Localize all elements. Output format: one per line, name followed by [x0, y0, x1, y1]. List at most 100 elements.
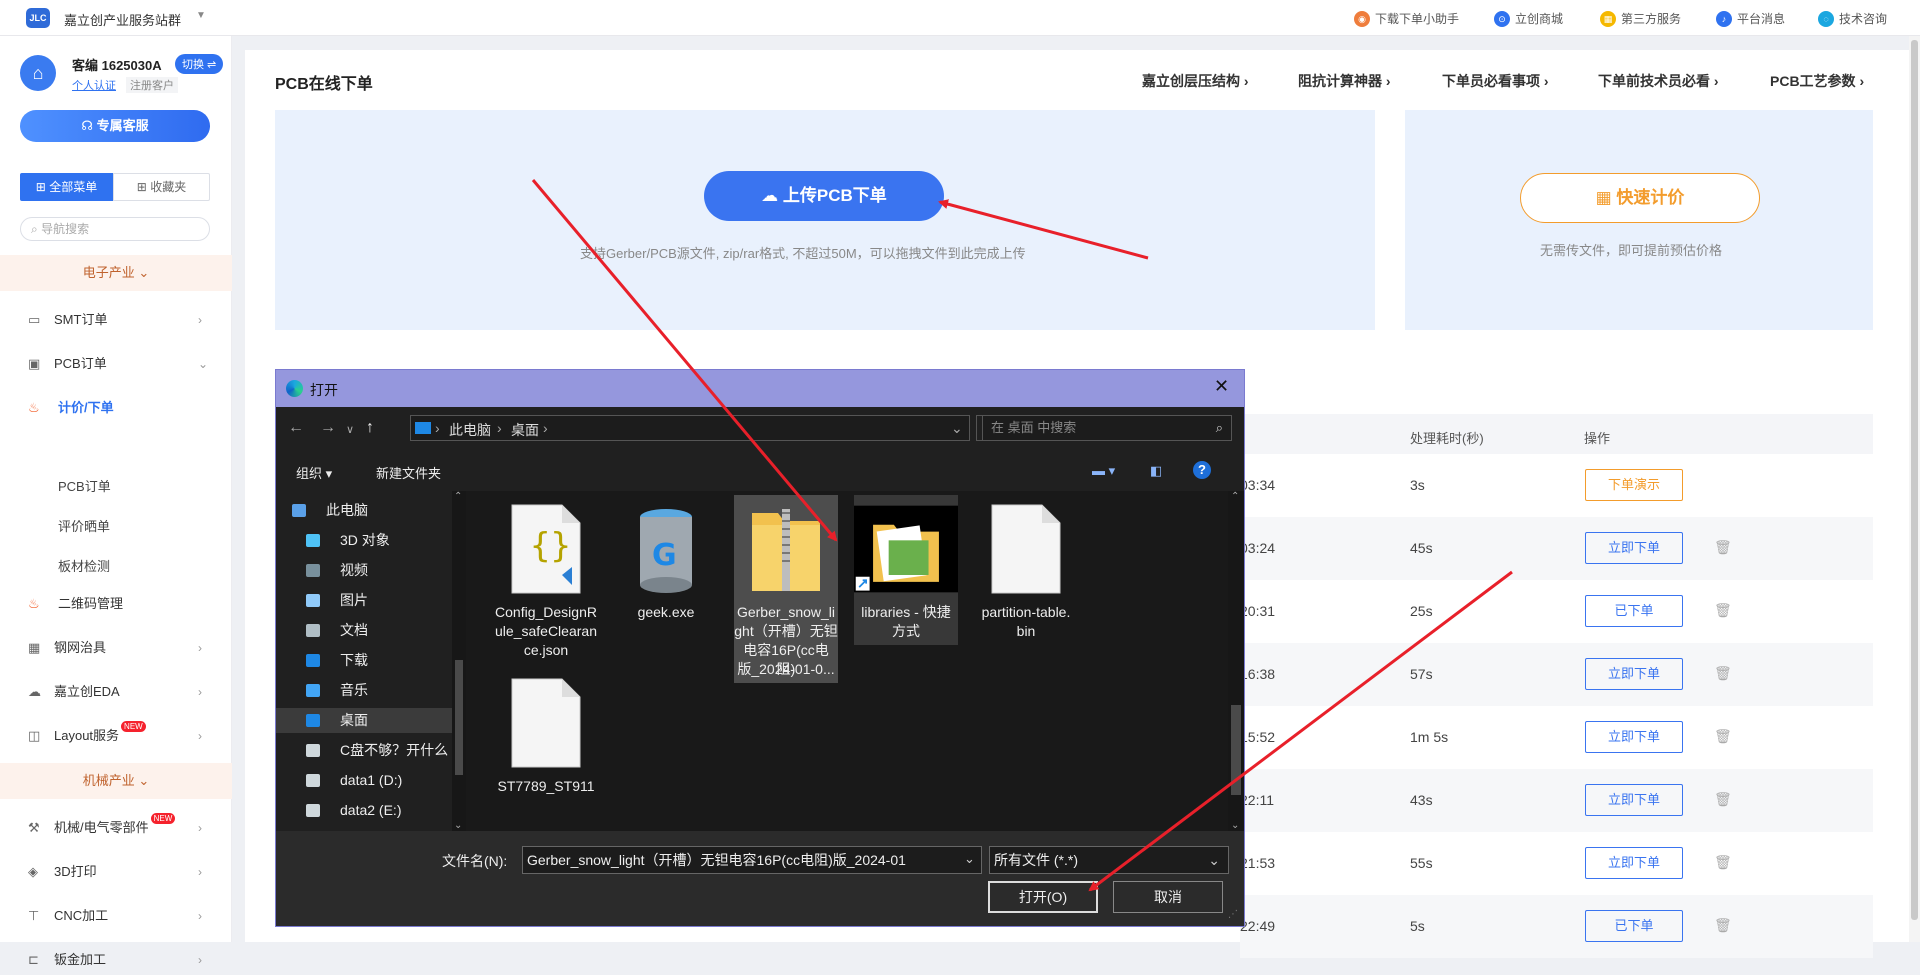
sidebar-item-cnc[interactable]: ⊤ CNC加工 › — [0, 901, 232, 931]
forward-arrow-icon[interactable]: → — [320, 419, 336, 437]
address-bar[interactable]: › 此电脑 › 桌面 › ⌄ — [410, 415, 970, 441]
view-options-icon[interactable]: ▬ ▾ — [1092, 463, 1115, 479]
section-electronics[interactable]: 电子产业 ⌄ — [0, 255, 232, 291]
top-link-mall[interactable]: ⊙ 立创商城 — [1494, 10, 1563, 27]
link-laminate-structure[interactable]: 嘉立创层压结构 › — [1142, 71, 1249, 91]
sidebar-sub-board-test[interactable]: 板材检测 — [58, 556, 110, 575]
chevron-down-icon[interactable]: ⌄ — [454, 820, 462, 831]
trash-icon[interactable]: 🗑 — [1714, 854, 1732, 871]
order-action-button[interactable]: 立即下单 — [1585, 532, 1683, 564]
tree-item[interactable]: 下载 — [276, 648, 452, 673]
trash-icon[interactable]: 🗑 — [1714, 665, 1732, 682]
filetype-select[interactable]: 所有文件 (*.*) ⌄ — [989, 846, 1229, 874]
sidebar-item-sheet-metal[interactable]: ⊏ 钣金加工 › — [0, 945, 232, 975]
section-mechanical[interactable]: 机械产业 ⌄ — [0, 763, 232, 799]
top-link-third-party[interactable]: ▦ 第三方服务 — [1600, 10, 1681, 27]
tree-item[interactable]: 图片 — [276, 588, 452, 613]
tree-item[interactable]: 文档 — [276, 618, 452, 643]
chevron-up-icon[interactable]: ⌃ — [1231, 491, 1239, 502]
breadcrumb-desktop[interactable]: 桌面 — [511, 420, 539, 440]
resize-grip-icon[interactable]: ⋰ — [1228, 909, 1238, 920]
breadcrumb-this-pc[interactable]: 此电脑 — [449, 420, 491, 440]
file-list-scrollbar-thumb[interactable] — [1231, 705, 1241, 795]
personal-verify-link[interactable]: 个人认证 — [72, 77, 116, 93]
sidebar-item-qr[interactable]: ♨ 二维码管理 — [0, 589, 232, 619]
order-action-button[interactable]: 立即下单 — [1585, 847, 1683, 879]
trash-icon[interactable]: 🗑 — [1714, 539, 1732, 556]
close-icon[interactable]: ✕ — [1214, 376, 1229, 397]
tab-all-menu[interactable]: ⊞ 全部菜单 — [20, 173, 113, 201]
file-item[interactable]: partition-table. bin — [974, 495, 1078, 645]
order-action-button[interactable]: 已下单 — [1585, 910, 1683, 942]
home-avatar-icon[interactable]: ⌂ — [20, 55, 56, 91]
sidebar-item-quote-order[interactable]: ♨ 计价/下单 — [0, 393, 232, 423]
upload-pcb-button[interactable]: ☁ 上传PCB下单 — [704, 171, 944, 221]
cell-duration: 57s — [1410, 666, 1433, 682]
file-item[interactable]: Ggeek.exe — [614, 495, 718, 626]
page-scrollbar-thumb[interactable] — [1911, 40, 1918, 920]
quick-quote-button[interactable]: ▦ 快速计价 — [1520, 173, 1760, 223]
chevron-down-icon[interactable]: ⌄ — [964, 851, 975, 867]
file-item[interactable]: {} Config_DesignR ule_safeClearan ce.json — [494, 495, 598, 664]
recent-dropdown-icon[interactable]: ∨ — [346, 423, 354, 436]
tree-item[interactable]: 桌面 — [276, 708, 452, 733]
site-title[interactable]: 嘉立创产业服务站群 — [64, 10, 181, 29]
chevron-up-icon[interactable]: ⌃ — [454, 491, 462, 502]
sidebar-sub-pcb-orders[interactable]: PCB订单 — [58, 476, 111, 495]
order-action-button[interactable]: 已下单 — [1585, 595, 1683, 627]
file-item[interactable]: libraries - 快捷 方式 — [854, 495, 958, 645]
nav-search-input[interactable]: ⌕ 导航搜索 — [20, 217, 210, 241]
help-icon[interactable]: ? — [1193, 461, 1211, 479]
jlc-logo[interactable]: JLC — [26, 8, 50, 28]
top-link-messages[interactable]: ♪ 平台消息 — [1716, 10, 1785, 27]
chevron-down-icon[interactable]: ▼ — [196, 10, 206, 21]
sidebar-item-layout[interactable]: ◫ Layout服务NEW › — [0, 721, 232, 751]
tree-item[interactable]: data2 (E:) — [276, 798, 452, 823]
up-arrow-icon[interactable]: ↑ — [366, 419, 374, 437]
sidebar-item-smt[interactable]: ▭ SMT订单 › — [0, 305, 232, 335]
file-item[interactable]: ST7789_ST911 — [494, 669, 598, 829]
tree-item[interactable]: 此电脑 — [262, 498, 438, 523]
filename-input[interactable]: Gerber_snow_light（开槽）无钽电容16P(cc电阻)版_2024… — [522, 846, 982, 874]
link-orderer-notes[interactable]: 下单员必看事项 › — [1442, 71, 1549, 91]
tree-item[interactable]: 音乐 — [276, 678, 452, 703]
chevron-down-icon[interactable]: ⌄ — [951, 420, 963, 437]
sidebar-item-3d-print[interactable]: ◈ 3D打印 › — [0, 857, 232, 887]
tree-item[interactable]: C盘不够？开什么 — [276, 738, 452, 763]
top-link-tech-consult[interactable]: ◌ 技术咨询 — [1818, 10, 1887, 27]
back-arrow-icon[interactable]: ← — [288, 419, 304, 437]
organize-button[interactable]: 组织 ▾ — [296, 463, 332, 482]
new-folder-button[interactable]: 新建文件夹 — [376, 463, 441, 482]
dialog-titlebar[interactable]: 打开 ✕ — [276, 370, 1244, 407]
trash-icon[interactable]: 🗑 — [1714, 791, 1732, 808]
file-item[interactable]: Gerber_snow_li ght（开槽）无钽 电容16P(cc电阻) 版_2024… — [734, 495, 838, 683]
tree-item[interactable]: 视频 — [276, 558, 452, 583]
sidebar-item-mech-parts[interactable]: ⚒ 机械/电气零部件NEW › — [0, 813, 232, 843]
link-technician-notes[interactable]: 下单前技术员必看 › — [1598, 71, 1719, 91]
tree-item[interactable]: data1 (D:) — [276, 768, 452, 793]
trash-icon[interactable]: 🗑 — [1714, 602, 1732, 619]
switch-account-button[interactable]: 切换 ⇌ — [175, 54, 224, 74]
tree-item[interactable]: 3D 对象 — [276, 528, 452, 553]
exclusive-service-button[interactable]: ☊ 专属客服 — [20, 110, 210, 142]
sidebar-item-pcb[interactable]: ▣ PCB订单 ⌄ — [0, 349, 232, 379]
tree-scrollbar-thumb[interactable] — [455, 660, 463, 775]
preview-pane-icon[interactable]: ◧ — [1150, 463, 1162, 479]
open-button[interactable]: 打开(O) — [988, 881, 1098, 913]
chevron-down-icon[interactable]: ⌄ — [1231, 820, 1239, 831]
sidebar-item-eda[interactable]: ☁ 嘉立创EDA › — [0, 677, 232, 707]
order-action-button[interactable]: 立即下单 — [1585, 721, 1683, 753]
order-action-button[interactable]: 立即下单 — [1585, 658, 1683, 690]
sidebar-sub-reviews[interactable]: 评价晒单 — [58, 516, 110, 535]
link-pcb-process-params[interactable]: PCB工艺参数 › — [1770, 71, 1864, 91]
link-impedance-calc[interactable]: 阻抗计算神器 › — [1298, 71, 1391, 91]
tab-favorites[interactable]: ⊞ 收藏夹 — [113, 173, 210, 201]
cancel-button[interactable]: 取消 — [1113, 881, 1223, 913]
order-action-button[interactable]: 立即下单 — [1585, 784, 1683, 816]
trash-icon[interactable]: 🗑 — [1714, 728, 1732, 745]
top-link-assistant[interactable]: ◉ 下载下单小助手 — [1354, 10, 1459, 27]
dialog-search-input[interactable]: 在 桌面 中搜索 ⌕ — [982, 415, 1232, 441]
order-action-button[interactable]: 下单演示 — [1585, 469, 1683, 501]
trash-icon[interactable]: 🗑 — [1714, 917, 1732, 934]
sidebar-item-stencil[interactable]: ▦ 钢网治具 › — [0, 633, 232, 663]
